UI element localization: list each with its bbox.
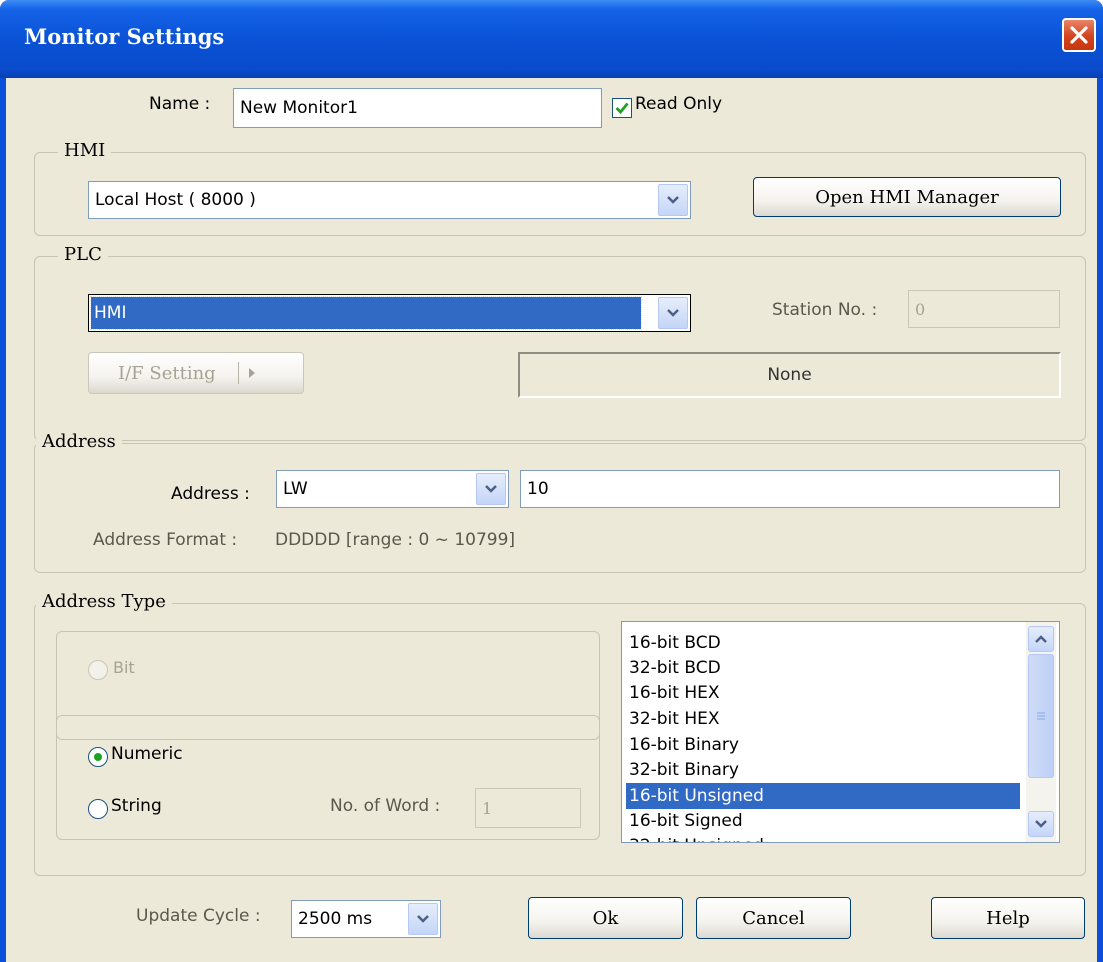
- string-radio[interactable]: [88, 799, 108, 819]
- chevron-down-icon: [667, 309, 679, 317]
- update-cycle-dropdown-button[interactable]: [408, 903, 438, 935]
- open-hmi-manager-button[interactable]: Open HMI Manager: [753, 177, 1061, 217]
- hmi-group-title: HMI: [58, 140, 112, 161]
- check-icon: [615, 102, 629, 115]
- read-only-label: Read Only: [635, 94, 723, 114]
- plc-dropdown-button[interactable]: [658, 297, 688, 329]
- plc-group: [34, 256, 1086, 441]
- device-select-value: LW: [283, 479, 308, 499]
- bit-radio[interactable]: [88, 660, 108, 680]
- list-item[interactable]: 16-bit Signed: [626, 808, 1020, 834]
- address-input[interactable]: 10: [520, 470, 1060, 508]
- help-button[interactable]: Help: [931, 897, 1085, 939]
- list-item[interactable]: 32-bit Unsigned: [626, 833, 1020, 842]
- window-title: Monitor Settings: [24, 24, 225, 49]
- cancel-button[interactable]: Cancel: [696, 897, 851, 939]
- chevron-up-icon: [1035, 635, 1047, 643]
- chevron-down-icon: [1035, 820, 1047, 828]
- ok-button[interactable]: Ok: [528, 897, 683, 939]
- close-button[interactable]: [1062, 18, 1096, 52]
- list-item-selected[interactable]: 16-bit Unsigned: [626, 783, 1020, 809]
- update-cycle-value: 2500 ms: [298, 909, 373, 929]
- hmi-dropdown-button[interactable]: [658, 184, 688, 216]
- plc-select[interactable]: HMI: [88, 294, 691, 332]
- interface-display: None: [518, 352, 1061, 398]
- string-label: String: [111, 796, 162, 816]
- station-no-input[interactable]: 0: [908, 290, 1060, 328]
- data-format-list[interactable]: 16-bit BCD 32-bit BCD 16-bit HEX 32-bit …: [621, 621, 1060, 843]
- dialog-body: Name : New Monitor1 Read Only HMI Local …: [6, 78, 1097, 962]
- list-item[interactable]: 16-bit BCD: [626, 630, 1020, 656]
- read-only-checkbox[interactable]: [612, 98, 632, 118]
- hmi-select[interactable]: Local Host ( 8000 ): [88, 181, 691, 219]
- list-item[interactable]: 32-bit Binary: [626, 757, 1020, 783]
- if-setting-button[interactable]: I/F Setting: [88, 352, 304, 394]
- grip-icon: [1037, 712, 1045, 720]
- list-item[interactable]: 32-bit BCD: [626, 655, 1020, 681]
- scroll-down-button[interactable]: [1028, 811, 1054, 837]
- update-cycle-label: Update Cycle :: [136, 906, 261, 926]
- scroll-thumb[interactable]: [1028, 654, 1054, 778]
- list-item[interactable]: 32-bit HEX: [626, 706, 1020, 732]
- station-no-label: Station No. :: [772, 300, 878, 320]
- address-format-label: Address Format :: [93, 530, 238, 550]
- numeric-label: Numeric: [111, 744, 183, 764]
- chevron-down-icon: [417, 915, 429, 923]
- chevron-down-icon: [667, 196, 679, 204]
- play-arrow-icon: [248, 368, 255, 378]
- hmi-select-value: Local Host ( 8000 ): [95, 190, 256, 210]
- close-icon: [1070, 26, 1088, 44]
- name-label: Name :: [149, 94, 211, 114]
- update-cycle-select[interactable]: 2500 ms: [291, 900, 441, 938]
- no-of-word-input[interactable]: 1: [475, 788, 581, 828]
- address-group: [34, 443, 1086, 573]
- if-setting-label: I/F Setting: [118, 362, 216, 384]
- address-group-title: Address: [36, 431, 122, 452]
- address-label: Address :: [171, 484, 250, 504]
- chevron-down-icon: [485, 485, 497, 493]
- plc-group-title: PLC: [58, 244, 108, 265]
- address-type-group-title: Address Type: [36, 591, 172, 612]
- device-dropdown-button[interactable]: [476, 473, 506, 505]
- radio-selected-dot: [94, 753, 102, 761]
- dialog-window: Monitor Settings Name : New Monitor1 Rea…: [0, 0, 1103, 962]
- button-divider: [237, 362, 239, 384]
- numeric-radio[interactable]: [88, 747, 108, 767]
- name-input[interactable]: New Monitor1: [233, 88, 602, 128]
- address-format-value: DDDDD [range : 0 ~ 10799]: [275, 530, 516, 550]
- title-bar[interactable]: Monitor Settings: [0, 0, 1103, 78]
- device-select[interactable]: LW: [276, 470, 509, 508]
- scroll-up-button[interactable]: [1028, 626, 1054, 652]
- no-of-word-label: No. of Word :: [330, 796, 441, 816]
- list-item[interactable]: 16-bit Binary: [626, 732, 1020, 758]
- bit-label: Bit: [113, 658, 135, 677]
- plc-select-value: HMI: [90, 296, 642, 330]
- list-item[interactable]: 16-bit HEX: [626, 680, 1020, 706]
